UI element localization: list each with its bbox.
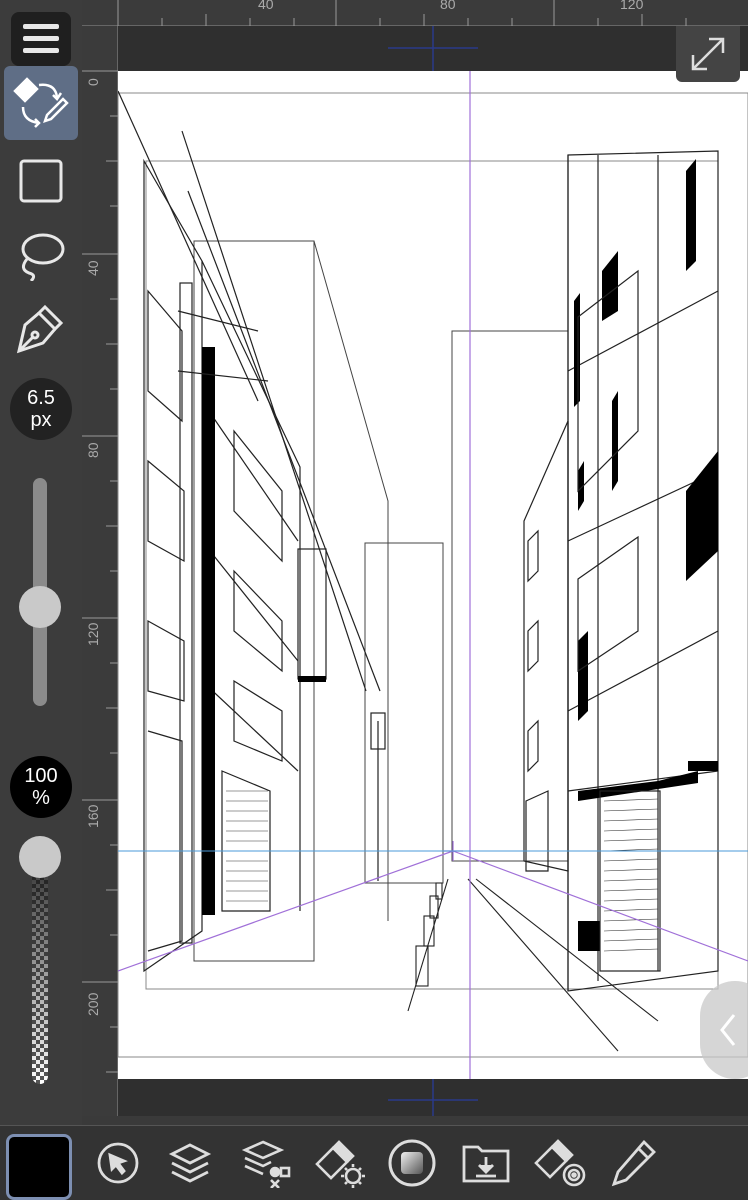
- left-toolbar: 6.5 px 100 %: [0, 0, 82, 1125]
- side-panel-handle[interactable]: [700, 981, 748, 1079]
- eraser-settings-button[interactable]: [312, 1134, 368, 1192]
- lasso-icon: [21, 233, 65, 281]
- brush-size-slider-knob[interactable]: [19, 586, 61, 628]
- opacity-slider-knob[interactable]: [19, 836, 61, 878]
- top-ruler-label-40: 40: [258, 0, 274, 12]
- pointer-circle-icon: [97, 1142, 139, 1184]
- download-folder-icon: [462, 1145, 510, 1183]
- main-color-swatch[interactable]: [6, 1134, 72, 1200]
- left-ruler: 0 40 80 120 160 200: [82, 26, 118, 1116]
- record-button[interactable]: [384, 1134, 440, 1192]
- pen-eraser-switch-button[interactable]: [4, 66, 78, 140]
- brush-size-indicator[interactable]: 6.5 px: [10, 378, 72, 440]
- opacity-indicator[interactable]: 100 %: [10, 756, 72, 818]
- layer-properties-icon: [241, 1140, 291, 1188]
- top-ruler-label-80: 80: [440, 0, 456, 12]
- pencil-button[interactable]: [606, 1134, 662, 1192]
- top-ruler-label-120: 120: [620, 0, 644, 12]
- left-ruler-label-40: 40: [85, 260, 101, 276]
- left-ruler-label-0: 0: [85, 78, 101, 86]
- layers-button[interactable]: [162, 1134, 218, 1192]
- left-ruler-label-80: 80: [85, 442, 101, 458]
- perspective-drawing: [118, 71, 748, 1079]
- menu-button[interactable]: [4, 2, 78, 76]
- rectangle-selection-button[interactable]: [4, 144, 78, 218]
- pen-tool-button[interactable]: [4, 292, 78, 366]
- import-button[interactable]: [458, 1134, 514, 1192]
- pen-eraser-switch-icon: [13, 77, 69, 128]
- top-ruler: 40 80 120: [82, 0, 748, 26]
- hamburger-icon: [11, 12, 71, 66]
- expand-canvas-button[interactable]: [676, 26, 740, 82]
- left-ruler-label-120: 120: [85, 622, 101, 646]
- eraser-target-icon: [534, 1139, 586, 1187]
- rectangle-selection-icon: [19, 159, 63, 203]
- left-ruler-label-200: 200: [85, 992, 101, 1016]
- opacity-value: 100: [24, 765, 58, 787]
- layer-properties-button[interactable]: [238, 1134, 294, 1192]
- eraser-target-button[interactable]: [532, 1134, 588, 1192]
- lasso-button[interactable]: [4, 218, 78, 292]
- brush-size-value: 6.5: [27, 387, 55, 409]
- left-ruler-ticks: 0 40 80 120 160 200: [82, 70, 118, 1073]
- canvas-area[interactable]: [118, 26, 748, 1116]
- brush-size-unit: px: [30, 409, 52, 431]
- pencil-icon: [611, 1139, 656, 1187]
- pen-nib-icon: [16, 304, 64, 354]
- eraser-settings-icon: [315, 1140, 365, 1188]
- chevron-left-icon: [720, 1014, 736, 1046]
- pointer-button[interactable]: [90, 1134, 146, 1192]
- record-icon: [388, 1139, 436, 1187]
- bottom-toolbar: [0, 1125, 748, 1200]
- expand-diagonal-icon: [691, 37, 725, 71]
- canvas-paper[interactable]: [118, 71, 748, 1079]
- left-ruler-label-160: 160: [85, 804, 101, 828]
- top-ruler-ticks: [117, 0, 687, 26]
- layers-icon: [168, 1143, 212, 1183]
- opacity-unit: %: [32, 787, 50, 809]
